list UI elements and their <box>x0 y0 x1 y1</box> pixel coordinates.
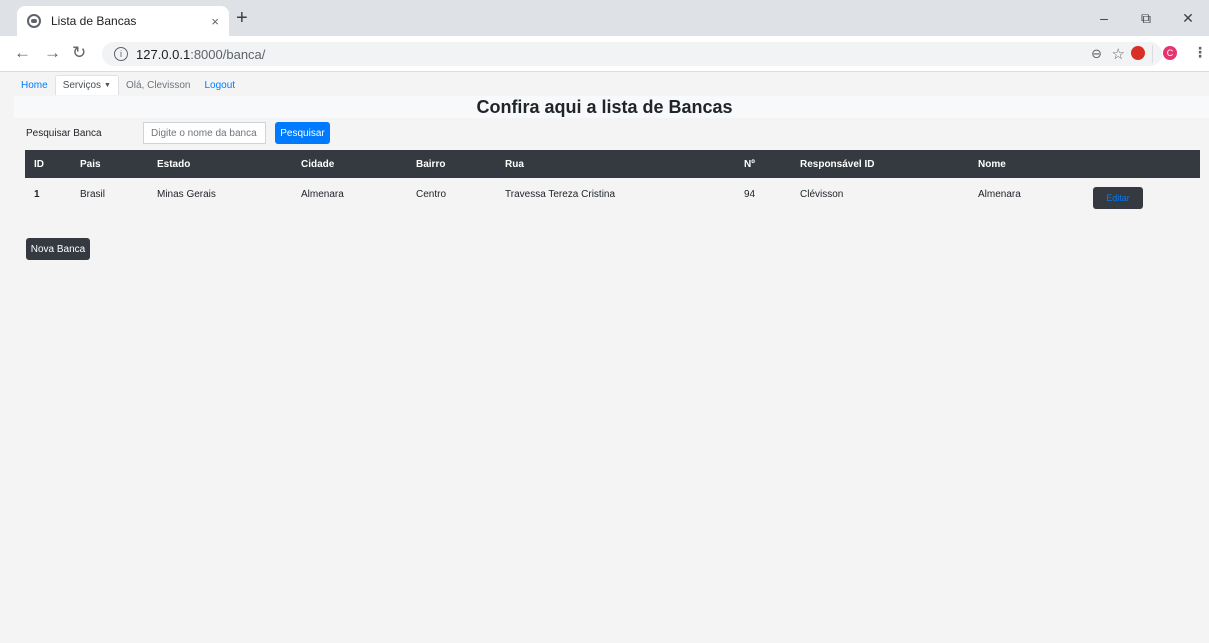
header-estado: Estado <box>148 150 292 178</box>
header-id: ID <box>25 150 71 178</box>
window-controls: – ⧉ ✕ <box>1083 0 1209 36</box>
star-icon[interactable]: ☆ <box>1112 45 1125 63</box>
header-actions <box>1084 150 1200 178</box>
search-label: Pesquisar Banca <box>26 128 102 139</box>
header-rua: Rua <box>496 150 735 178</box>
header-pais: Pais <box>71 150 148 178</box>
search-button[interactable]: Pesquisar <box>275 122 330 144</box>
toolbar-separator <box>1152 45 1153 63</box>
new-tab-icon[interactable]: + <box>236 8 248 28</box>
nav-logout[interactable]: Logout <box>197 75 242 95</box>
edit-button[interactable]: Editar <box>1093 186 1143 209</box>
back-icon[interactable]: ← <box>14 44 31 62</box>
cell-cidade: Almenara <box>301 189 344 200</box>
cell-action: Editar <box>1084 178 1200 211</box>
header-numero: Nº <box>735 150 791 178</box>
cell-rua: Travessa Tereza Cristina <box>505 189 616 200</box>
cell-nome: Almenara <box>978 189 1021 200</box>
header-nome: Nome <box>969 150 1084 178</box>
page-title: Confira aqui a lista de Bancas <box>476 97 733 117</box>
forward-icon[interactable]: → <box>44 44 61 62</box>
browser-toolbar: ← → ↻ i 127.0.0.1:8000/banca/ ⊖ ☆ C ⋮ <box>0 36 1209 72</box>
cell-numero: 94 <box>744 189 756 200</box>
site-nav: Home Serviços ▼ Olá, Clevisson Logout <box>14 75 242 95</box>
reload-icon[interactable]: ↻ <box>72 44 86 62</box>
url-text: 127.0.0.1:8000/banca/ <box>136 47 265 62</box>
tab-title: Lista de Bancas <box>51 14 137 28</box>
header-cidade: Cidade <box>292 150 407 178</box>
cell-id: 1 <box>34 189 40 200</box>
browser-tab[interactable]: Lista de Bancas × <box>17 6 229 36</box>
info-icon[interactable]: i <box>114 47 128 61</box>
url-host: 127.0.0.1 <box>136 46 191 62</box>
table-row: 1 Brasil Minas Gerais Almenara Centro Tr… <box>25 178 1200 211</box>
table-header-row: ID Pais Estado Cidade Bairro Rua Nº Resp… <box>25 150 1200 178</box>
header-bairro: Bairro <box>407 150 496 178</box>
browser-tabstrip: Lista de Bancas × + – ⧉ ✕ <box>0 0 1209 36</box>
browser-menu-icon[interactable]: ⋮ <box>1193 44 1207 61</box>
zoom-icon[interactable]: ⊖ <box>1091 46 1102 62</box>
caret-down-icon: ▼ <box>104 82 111 89</box>
bancas-table: ID Pais Estado Cidade Bairro Rua Nº Resp… <box>25 150 1200 211</box>
minimize-icon[interactable]: – <box>1083 0 1125 36</box>
cell-pais: Brasil <box>80 189 106 200</box>
profile-avatar[interactable]: C <box>1163 46 1177 60</box>
nav-greeting: Olá, Clevisson <box>125 79 191 91</box>
header-responsavel: Responsável ID <box>791 150 969 178</box>
globe-icon <box>27 14 41 28</box>
tab-close-icon[interactable]: × <box>211 14 219 29</box>
search-input[interactable] <box>143 122 266 144</box>
nav-home[interactable]: Home <box>14 75 55 95</box>
adblock-extension-icon[interactable] <box>1131 46 1145 60</box>
restore-icon[interactable]: ⧉ <box>1125 0 1167 36</box>
close-window-icon[interactable]: ✕ <box>1167 0 1209 36</box>
new-banca-button[interactable]: Nova Banca <box>26 238 90 260</box>
url-path: :8000/banca/ <box>190 46 266 62</box>
cell-bairro: Centro <box>416 189 447 200</box>
address-bar[interactable]: i 127.0.0.1:8000/banca/ ⊖ ☆ <box>102 42 1162 66</box>
cell-responsavel: Clévisson <box>800 189 844 200</box>
nav-servicos-dropdown[interactable]: Serviços ▼ <box>54 75 119 95</box>
cell-estado: Minas Gerais <box>157 189 216 200</box>
nav-servicos-label: Serviços <box>62 80 102 91</box>
